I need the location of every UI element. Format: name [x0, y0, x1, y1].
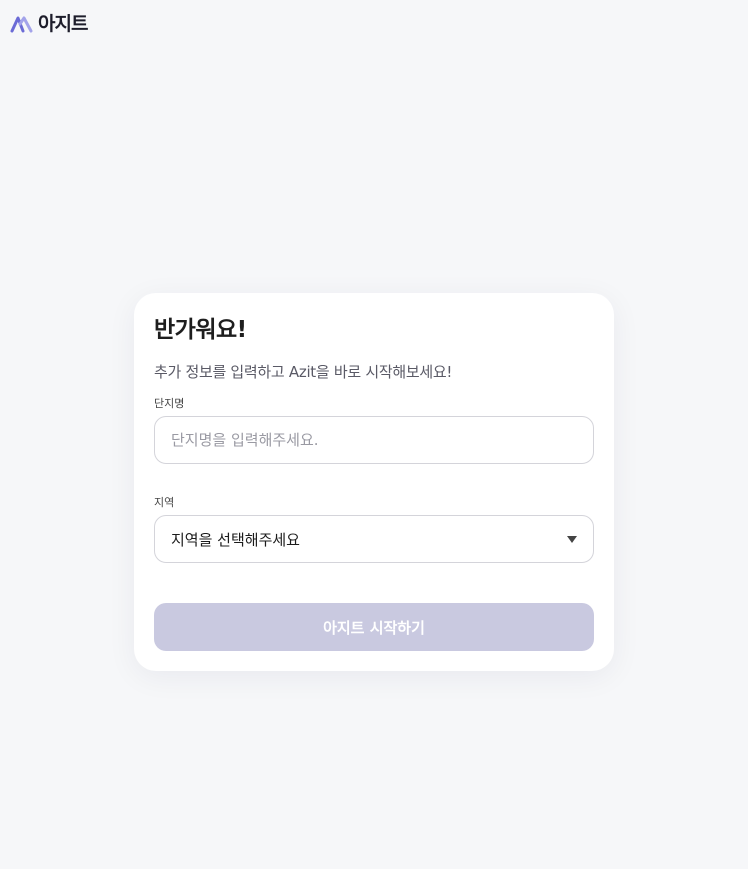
welcome-title: 반가워요!	[154, 317, 247, 343]
header-logo[interactable]: 아지트	[10, 12, 88, 36]
brand-name: 아지트	[38, 13, 88, 35]
caret-down-icon	[567, 535, 577, 543]
region-select[interactable]: 지역을 선택해주세요	[154, 515, 594, 563]
welcome-subtitle: 추가 정보를 입력하고 Azit을 바로 시작해보세요!	[154, 363, 453, 381]
complex-name-input[interactable]	[154, 416, 594, 464]
region-label: 지역	[154, 496, 175, 509]
onboarding-card: 반가워요! 추가 정보를 입력하고 Azit을 바로 시작해보세요! 단지명 지…	[134, 293, 614, 671]
region-selected-value: 지역을 선택해주세요	[171, 530, 300, 549]
azit-logo-icon	[10, 16, 33, 33]
start-azit-button[interactable]: 아지트 시작하기	[154, 603, 594, 651]
complex-name-label: 단지명	[154, 397, 185, 410]
